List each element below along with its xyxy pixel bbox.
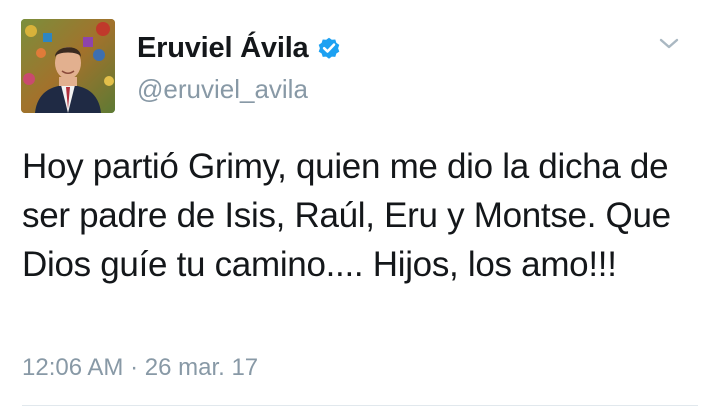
tweet-date: 26 mar. 17: [144, 354, 259, 381]
chevron-down-icon[interactable]: [656, 34, 682, 54]
display-name[interactable]: Eruviel Ávila: [137, 32, 309, 65]
profile-photo-icon: [21, 19, 115, 113]
tweet-card: Eruviel Ávila @eruviel_avila Hoy partió …: [0, 0, 720, 408]
tweet-timestamp[interactable]: 12:06 AM · 26 mar. 17: [22, 354, 258, 382]
verified-badge-icon: [316, 35, 342, 61]
author-name-row: Eruviel Ávila: [137, 30, 342, 66]
tweet-text: Hoy partió Grimy, quien me dio la dicha …: [22, 147, 671, 284]
avatar[interactable]: [21, 19, 115, 113]
user-handle[interactable]: @eruviel_avila: [137, 74, 308, 105]
divider: [22, 405, 698, 406]
meta-separator: ·: [130, 354, 139, 381]
tweet-time: 12:06 AM: [22, 354, 124, 381]
